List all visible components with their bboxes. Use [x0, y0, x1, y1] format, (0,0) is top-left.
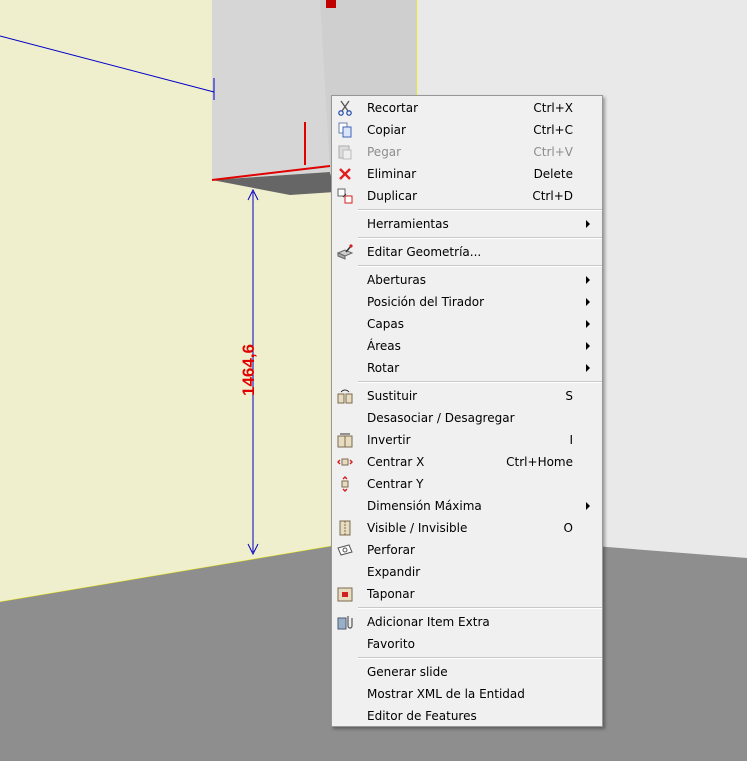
- menu-item-label: Copiar: [367, 123, 406, 137]
- menu-item-visible-invisible[interactable]: Visible / Invisible O: [334, 517, 600, 539]
- menu-item-editor-de-features[interactable]: Editor de Features: [334, 705, 600, 727]
- menu-item-label: Áreas: [367, 339, 401, 353]
- menu-item-dimension-maxima[interactable]: Dimensión Máxima: [334, 495, 600, 517]
- delete-x-icon: [337, 166, 353, 182]
- menu-item-label: Editor de Features: [367, 709, 477, 723]
- menu-item-label: Taponar: [367, 587, 415, 601]
- center-y-icon: [337, 476, 353, 492]
- menu-item-label: Posición del Tirador: [367, 295, 485, 309]
- menu-item-label: Capas: [367, 317, 404, 331]
- menu-item-shortcut: S: [565, 389, 573, 403]
- menu-item-recortar[interactable]: Recortar Ctrl+X: [334, 97, 600, 119]
- menu-item-generar-slide[interactable]: Generar slide: [334, 661, 600, 683]
- submenu-arrow-icon: [586, 220, 590, 228]
- menu-item-invertir[interactable]: Invertir I: [334, 429, 600, 451]
- extra-item-icon: [337, 614, 353, 630]
- context-menu: Recortar Ctrl+X Copiar Ctrl+C Pegar Ctrl+V Eli…: [331, 95, 603, 727]
- scissors-icon: [337, 100, 353, 116]
- menu-item-aberturas[interactable]: Aberturas: [334, 269, 600, 291]
- menu-item-label: Duplicar: [367, 189, 418, 203]
- menu-item-taponar[interactable]: Taponar: [334, 583, 600, 605]
- menu-separator: [358, 381, 602, 383]
- menu-item-label: Pegar: [367, 145, 402, 159]
- menu-item-shortcut: Delete: [533, 167, 573, 181]
- menu-item-label: Centrar X: [367, 455, 425, 469]
- menu-item-shortcut: Ctrl+X: [533, 101, 573, 115]
- menu-item-duplicar[interactable]: Duplicar Ctrl+D: [334, 185, 600, 207]
- plug-icon: [337, 586, 353, 602]
- menu-separator: [358, 607, 602, 609]
- menu-item-capas[interactable]: Capas: [334, 313, 600, 335]
- menu-item-shortcut: I: [569, 433, 573, 447]
- menu-item-label: Rotar: [367, 361, 400, 375]
- drill-icon: [337, 542, 353, 558]
- duplicate-icon: [337, 188, 353, 204]
- submenu-arrow-icon: [586, 342, 590, 350]
- menu-item-editar-geometria[interactable]: Editar Geometría...: [334, 241, 600, 263]
- menu-separator: [358, 657, 602, 659]
- submenu-arrow-icon: [586, 364, 590, 372]
- submenu-arrow-icon: [586, 502, 590, 510]
- menu-item-shortcut: Ctrl+C: [533, 123, 573, 137]
- menu-item-label: Centrar Y: [367, 477, 424, 491]
- menu-item-label: Generar slide: [367, 665, 448, 679]
- menu-item-desasociar-desagregar[interactable]: Desasociar / Desagregar: [334, 407, 600, 429]
- menu-item-label: Favorito: [367, 637, 415, 651]
- menu-item-label: Adicionar Item Extra: [367, 615, 490, 629]
- menu-item-posicion-del-tirador[interactable]: Posición del Tirador: [334, 291, 600, 313]
- menu-separator: [358, 209, 602, 211]
- invert-icon: [337, 432, 353, 448]
- menu-item-label: Perforar: [367, 543, 415, 557]
- menu-item-label: Desasociar / Desagregar: [367, 411, 515, 425]
- dimension-label: 1464,6: [239, 344, 258, 396]
- menu-item-label: Herramientas: [367, 217, 449, 231]
- menu-item-label: Editar Geometría...: [367, 245, 482, 259]
- center-x-icon: [337, 454, 353, 470]
- menu-item-copiar[interactable]: Copiar Ctrl+C: [334, 119, 600, 141]
- menu-item-centrar-y[interactable]: Centrar Y: [334, 473, 600, 495]
- menu-separator: [358, 265, 602, 267]
- edit-geometry-icon: [336, 244, 354, 260]
- menu-item-label: Dimensión Máxima: [367, 499, 482, 513]
- menu-item-rotar[interactable]: Rotar: [334, 357, 600, 379]
- menu-item-adicionar-item-extra[interactable]: Adicionar Item Extra: [334, 611, 600, 633]
- menu-item-mostrar-xml-de-la-entidad[interactable]: Mostrar XML de la Entidad: [334, 683, 600, 705]
- cabinet-front: [212, 0, 330, 180]
- visibility-icon: [337, 520, 353, 536]
- menu-separator: [358, 237, 602, 239]
- menu-item-eliminar[interactable]: Eliminar Delete: [334, 163, 600, 185]
- copy-icon: [337, 122, 353, 138]
- menu-item-label: Recortar: [367, 101, 419, 115]
- menu-item-expandir[interactable]: Expandir: [334, 561, 600, 583]
- paste-icon: [337, 144, 353, 160]
- menu-item-label: Expandir: [367, 565, 421, 579]
- menu-item-label: Eliminar: [367, 167, 417, 181]
- submenu-arrow-icon: [586, 298, 590, 306]
- menu-item-shortcut: Ctrl+D: [532, 189, 573, 203]
- menu-item-label: Mostrar XML de la Entidad: [367, 687, 525, 701]
- menu-item-label: Visible / Invisible: [367, 521, 468, 535]
- menu-item-pegar[interactable]: Pegar Ctrl+V: [334, 141, 600, 163]
- menu-item-label: Invertir: [367, 433, 411, 447]
- menu-item-herramientas[interactable]: Herramientas: [334, 213, 600, 235]
- gizmo-handle[interactable]: [326, 0, 336, 8]
- submenu-arrow-icon: [586, 276, 590, 284]
- menu-item-shortcut: Ctrl+V: [533, 145, 573, 159]
- menu-item-label: Aberturas: [367, 273, 426, 287]
- replace-icon: [337, 388, 353, 404]
- menu-item-areas[interactable]: Áreas: [334, 335, 600, 357]
- menu-item-perforar[interactable]: Perforar: [334, 539, 600, 561]
- menu-item-shortcut: O: [563, 521, 573, 535]
- menu-item-favorito[interactable]: Favorito: [334, 633, 600, 655]
- menu-item-centrar-x[interactable]: Centrar X Ctrl+Home: [334, 451, 600, 473]
- submenu-arrow-icon: [586, 320, 590, 328]
- menu-item-shortcut: Ctrl+Home: [506, 455, 573, 469]
- menu-item-sustituir[interactable]: Sustituir S: [334, 385, 600, 407]
- menu-item-label: Sustituir: [367, 389, 418, 403]
